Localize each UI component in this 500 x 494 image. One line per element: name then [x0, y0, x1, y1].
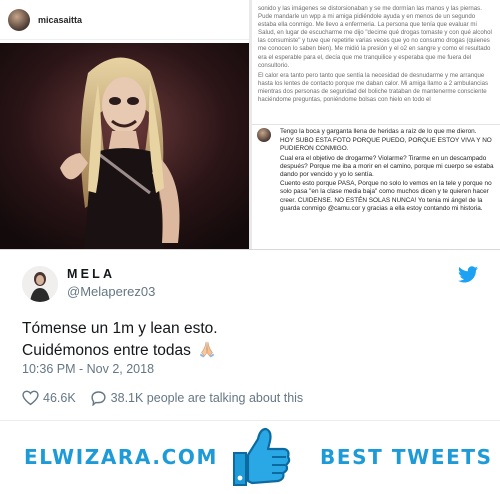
tweet-text-line: Tómense un 1m y lean esto.	[22, 320, 218, 337]
talking-about-count[interactable]: 38.1K people are talking about this	[111, 391, 304, 405]
comment-line: Cuento esto porque PASA, Porque no solo …	[280, 180, 492, 212]
instagram-avatar	[8, 8, 30, 31]
banner-tagline: BEST TWEETS	[320, 445, 493, 469]
story-paragraph: El calor era tanto pero tanto que sentía…	[258, 71, 489, 104]
tweet-text-line: Cuidémonos entre todas	[22, 342, 191, 359]
tweet-text: Tómense un 1m y lean esto. Cuidémonos en…	[22, 318, 462, 362]
comment-avatar	[257, 128, 271, 142]
tweet-timestamp[interactable]: 10:36 PM - Nov 2, 2018	[22, 362, 154, 376]
screenshot-root: micasaitta sonido y las imágenes se dist…	[0, 0, 500, 494]
user-avatar[interactable]	[22, 266, 58, 302]
instagram-photo	[0, 43, 249, 249]
instagram-post: micasaitta	[0, 0, 249, 249]
likes-count[interactable]: 46.6K	[43, 391, 76, 405]
thumbs-up-icon	[233, 427, 291, 486]
instagram-comment: Tengo la boca y garganta llena de herida…	[252, 124, 500, 249]
comment-bubble-icon[interactable]	[90, 390, 107, 406]
twitter-bird-icon[interactable]	[458, 266, 478, 283]
story-paragraph: sonido y las imágenes se distorsionaban …	[258, 5, 492, 69]
heart-icon[interactable]	[22, 390, 39, 406]
site-name: ELWIZARA.COM	[24, 445, 218, 469]
embedded-screenshot-collage: micasaitta sonido y las imágenes se dist…	[0, 0, 500, 250]
tweet-text-line-2: Cuidémonos entre todas	[22, 340, 462, 362]
folded-hands-icon	[200, 341, 215, 358]
instagram-post-header: micasaitta	[0, 0, 249, 40]
comment-line: Cual era el objetivo de drogarme? Violar…	[280, 154, 494, 179]
tweet-display-name[interactable]: MELA	[67, 267, 115, 281]
comment-line: Tengo la boca y garganta llena de herida…	[280, 128, 477, 135]
story-text-panel: sonido y las imágenes se distorsionaban …	[252, 0, 500, 124]
tweet-stats: 46.6K 38.1K people are talking about thi…	[22, 389, 303, 407]
instagram-username: micasaitta	[38, 14, 83, 25]
tweet-handle[interactable]: @Melaperez03	[67, 284, 155, 299]
comment-line: HOY SUBO ESTA FOTO PORQUE PUEDO, PORQUE …	[280, 137, 492, 153]
